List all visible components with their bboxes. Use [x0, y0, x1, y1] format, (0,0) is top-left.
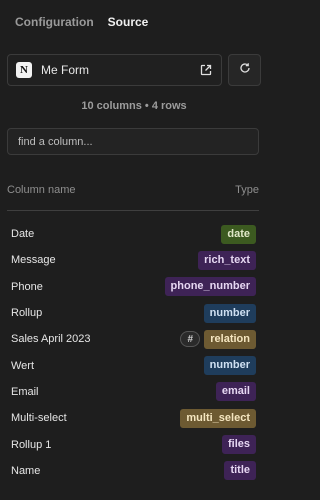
column-name: Rollup 1 — [11, 438, 52, 451]
column-row: Multi-select multi_select — [0, 405, 268, 431]
type-badge: files — [221, 435, 256, 455]
column-row: Phone phone_number — [0, 274, 268, 300]
tab-bar: Configuration Source — [0, 0, 268, 36]
column-row: Name title — [0, 458, 268, 484]
column-name: Sales April 2023 — [11, 333, 91, 346]
column-list-header: Column name Type — [7, 184, 259, 196]
column-list: Date date Message rich_text Phone phone_… — [0, 221, 268, 484]
column-row: Date date — [0, 221, 268, 247]
tab-source[interactable]: Source — [108, 15, 149, 36]
source-selector[interactable]: N Me Form — [7, 54, 222, 86]
column-name: Rollup — [11, 307, 43, 320]
summary-text: 10 columns • 4 rows — [81, 100, 187, 112]
source-row: N Me Form — [7, 54, 261, 86]
type-badge: email — [215, 382, 256, 402]
column-name: Date — [11, 228, 35, 241]
type-badge: multi_select — [180, 408, 256, 428]
type-badge: number — [203, 303, 256, 323]
refresh-icon — [239, 61, 251, 79]
hash-toggle[interactable]: # — [180, 331, 201, 348]
refresh-button[interactable] — [228, 54, 261, 86]
column-row: Message rich_text — [0, 247, 268, 273]
column-search-input[interactable] — [7, 128, 259, 155]
column-name: Phone — [11, 280, 43, 293]
column-row: Rollup number — [0, 300, 268, 326]
type-badge: phone_number — [164, 277, 256, 297]
column-row: Email email — [0, 379, 268, 405]
column-name: Email — [11, 385, 39, 398]
column-name: Wert — [11, 359, 35, 372]
tab-configuration[interactable]: Configuration — [15, 15, 94, 36]
notion-icon: N — [16, 62, 32, 78]
external-link-icon[interactable] — [199, 63, 213, 77]
type-badge: date — [221, 224, 256, 244]
column-name: Message — [11, 254, 56, 267]
column-row: Sales April 2023 # relation — [0, 326, 268, 352]
type-badge: number — [203, 356, 256, 376]
source-name: Me Form — [41, 63, 89, 77]
column-name: Multi-select — [11, 412, 67, 425]
divider — [7, 210, 259, 211]
column-row: Rollup 1 files — [0, 431, 268, 457]
source-panel: Configuration Source N Me Form 10 column… — [0, 0, 268, 500]
type-header: Type — [235, 184, 259, 196]
column-name: Name — [11, 464, 41, 477]
type-badge: rich_text — [198, 250, 256, 270]
column-row: Wert number — [0, 352, 268, 378]
type-badge: title — [224, 461, 256, 481]
column-name-header: Column name — [7, 184, 76, 196]
type-badge: relation — [204, 329, 256, 349]
